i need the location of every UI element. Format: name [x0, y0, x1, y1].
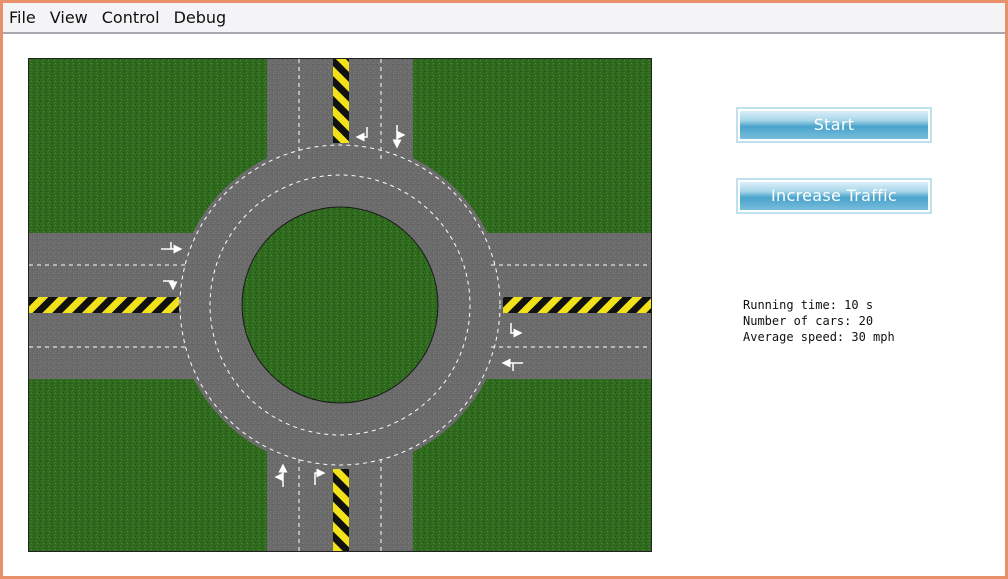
menu-control[interactable]: Control — [95, 3, 167, 32]
number-of-cars-label: Number of cars: 20 — [743, 314, 874, 328]
increase-traffic-button[interactable]: Increase Traffic — [736, 178, 932, 214]
median-north — [333, 59, 349, 143]
running-time-label: Running time: 10 s — [743, 298, 874, 312]
median-west — [29, 297, 179, 313]
app-window: File View Control Debug Start Increase T… — [0, 0, 1008, 579]
median-south — [333, 469, 349, 551]
average-speed-label: Average speed: 30 mph — [743, 330, 895, 344]
median-east — [503, 297, 651, 313]
start-button[interactable]: Start — [736, 107, 932, 143]
roundabout-simulation-canvas[interactable] — [28, 58, 652, 552]
menu-bar: File View Control Debug — [3, 3, 1005, 34]
menu-debug[interactable]: Debug — [167, 3, 234, 32]
simulation-stats: Running time: 10 s Number of cars: 20 Av… — [743, 297, 895, 345]
center-island — [241, 206, 439, 404]
menu-view[interactable]: View — [43, 3, 95, 32]
menu-file[interactable]: File — [3, 3, 43, 32]
